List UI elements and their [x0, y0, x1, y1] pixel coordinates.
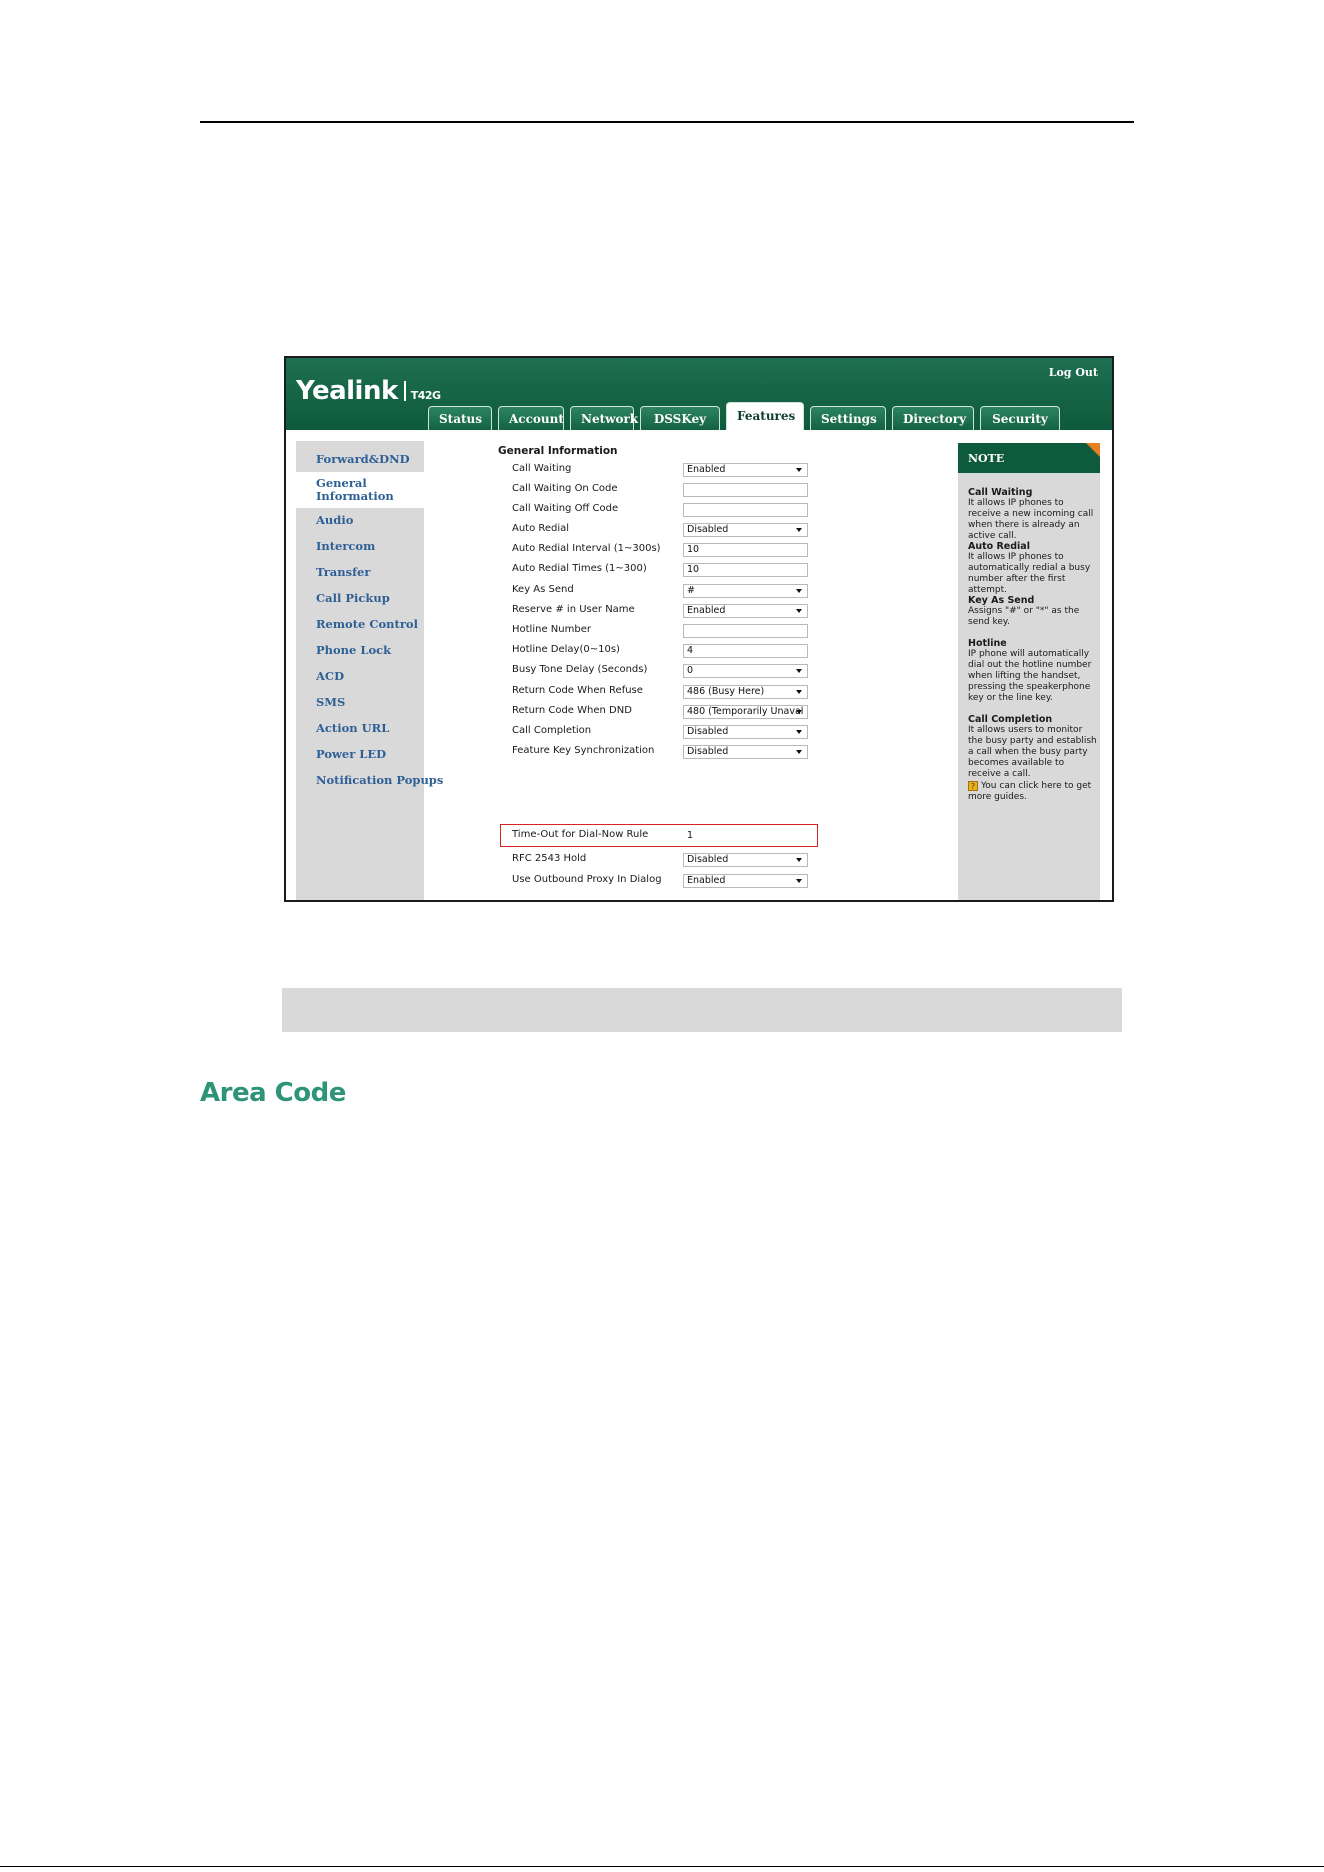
note-heading: Call Completion [968, 714, 1053, 725]
note-heading: Call Waiting [968, 487, 1033, 498]
highlight-box [500, 824, 818, 847]
note-panel: NOTE Call Waiting It allows IP phones to… [958, 443, 1100, 900]
model-label: T42G [410, 389, 441, 402]
auto-redial-select[interactable]: Disabled [683, 523, 808, 537]
yealink-logo: Yealink T42G [296, 376, 441, 406]
note-text: It allows users to monitor the busy part… [968, 725, 1097, 779]
sidebar-item-notification-popups[interactable]: Notification Popups [316, 774, 443, 787]
hotline-delay-input[interactable]: 4 [683, 644, 808, 658]
reserve-user-name-label: Reserve # in User Name [512, 604, 635, 615]
sidebar-item-remote-control[interactable]: Remote Control [316, 618, 418, 631]
tab-features[interactable]: Features [726, 402, 804, 430]
tab-network[interactable]: Network [570, 406, 638, 430]
sidebar-item-sms[interactable]: SMS [316, 696, 345, 709]
note-corner-icon [1086, 443, 1100, 457]
logout-link[interactable]: Log Out [1049, 366, 1098, 379]
auto-redial-interval-label: Auto Redial Interval (1~300s) [512, 543, 661, 554]
sidebar-item-action-url[interactable]: Action URL [316, 722, 389, 735]
call-waiting-on-code-label: Call Waiting On Code [512, 483, 618, 494]
return-code-refuse-label: Return Code When Refuse [512, 685, 643, 696]
guide-link[interactable]: ? You can click here to get more guides. [968, 781, 1098, 803]
header-rule [200, 121, 1134, 123]
note-header: NOTE [958, 443, 1100, 473]
call-waiting-select[interactable]: Enabled [683, 463, 808, 477]
busy-tone-delay-label: Busy Tone Delay (Seconds) [512, 664, 648, 675]
note-call-waiting: Call Waiting It allows IP phones to rece… [968, 487, 1098, 542]
return-code-dnd-select[interactable]: 480 (Temporarily Unaval [683, 705, 808, 719]
logo-divider [403, 381, 406, 401]
call-waiting-label: Call Waiting [512, 463, 572, 474]
sidebar: Forward&DND General Information Audio In… [296, 441, 443, 900]
auto-redial-times-input[interactable]: 10 [683, 563, 808, 577]
sidebar-item-call-pickup[interactable]: Call Pickup [316, 592, 390, 605]
auto-redial-label: Auto Redial [512, 523, 570, 534]
hotline-delay-label: Hotline Delay(0~10s) [512, 644, 620, 655]
call-waiting-off-code-label: Call Waiting Off Code [512, 503, 619, 514]
web-ui-screenshot: Yealink T42G Log Out Status Account Netwo… [284, 356, 1114, 902]
sidebar-item-acd[interactable]: ACD [316, 670, 344, 683]
note-text: It allows IP phones to automatically red… [968, 552, 1091, 595]
note-text: It allows IP phones to receive a new inc… [968, 498, 1094, 541]
reserve-user-name-select[interactable]: Enabled [683, 604, 808, 618]
call-waiting-off-code-input[interactable] [683, 503, 808, 517]
note-heading: Auto Redial [968, 541, 1030, 552]
call-completion-label: Call Completion [512, 725, 592, 736]
return-code-refuse-select[interactable]: 486 (Busy Here) [683, 685, 808, 699]
form-title: General Information [498, 445, 618, 457]
sidebar-item-audio[interactable]: Audio [316, 514, 353, 527]
sidebar-item-power-led[interactable]: Power LED [316, 748, 386, 761]
note-title: NOTE [968, 452, 1005, 465]
brand-name: Yealink [296, 376, 398, 406]
auto-redial-interval-input[interactable]: 10 [683, 543, 808, 557]
feature-key-sync-select[interactable]: Disabled [683, 745, 808, 759]
guide-text[interactable]: You can click here to get more guides. [968, 781, 1091, 802]
hotline-number-label: Hotline Number [512, 624, 591, 635]
tab-status[interactable]: Status [428, 406, 492, 430]
section-heading: Area Code [200, 1078, 346, 1108]
hotline-number-input[interactable] [683, 624, 808, 638]
call-waiting-on-code-input[interactable] [683, 483, 808, 497]
header-banner: Yealink T42G Log Out Status Account Netwo… [286, 358, 1112, 430]
key-as-send-label: Key As Send [512, 584, 574, 595]
sidebar-item-general-information[interactable]: General Information [296, 472, 424, 508]
sidebar-item-phone-lock[interactable]: Phone Lock [316, 644, 391, 657]
outbound-proxy-dialog-select[interactable]: Enabled [683, 874, 808, 888]
auto-redial-times-label: Auto Redial Times (1~300) [512, 563, 647, 574]
sidebar-item-forward-dnd[interactable]: Forward&DND [316, 453, 410, 466]
note-key-as-send: Key As Send Assigns "#" or "*" as the se… [968, 595, 1098, 628]
key-as-send-select[interactable]: # [683, 584, 808, 598]
note-auto-redial: Auto Redial It allows IP phones to autom… [968, 541, 1098, 596]
note-hotline: Hotline IP phone will automatically dial… [968, 638, 1098, 704]
tab-account[interactable]: Account [498, 406, 564, 430]
tab-dsskey[interactable]: DSSKey [640, 406, 720, 430]
sidebar-item-transfer[interactable]: Transfer [316, 566, 370, 579]
tab-directory[interactable]: Directory [892, 406, 974, 430]
tab-security[interactable]: Security [980, 406, 1060, 430]
help-icon: ? [968, 781, 978, 791]
return-code-dnd-label: Return Code When DND [512, 705, 632, 716]
outbound-proxy-dialog-label: Use Outbound Proxy In Dialog [512, 874, 662, 885]
note-heading: Hotline [968, 638, 1007, 649]
call-completion-select[interactable]: Disabled [683, 725, 808, 739]
feature-key-sync-label: Feature Key Synchronization [512, 745, 655, 756]
rfc-2543-hold-label: RFC 2543 Hold [512, 853, 587, 864]
main-tabs: Status Account Network DSSKey Features S… [428, 402, 1066, 430]
footer-rule [0, 1866, 1324, 1867]
caption-bar [282, 988, 1122, 1032]
note-heading: Key As Send [968, 595, 1035, 606]
note-text: Assigns "#" or "*" as the send key. [968, 606, 1080, 627]
sidebar-item-intercom[interactable]: Intercom [316, 540, 375, 553]
note-call-completion: Call Completion It allows users to monit… [968, 714, 1098, 780]
tab-settings[interactable]: Settings [810, 406, 886, 430]
note-text: IP phone will automatically dial out the… [968, 649, 1092, 703]
busy-tone-delay-select[interactable]: 0 [683, 664, 808, 678]
rfc-2543-hold-select[interactable]: Disabled [683, 853, 808, 867]
